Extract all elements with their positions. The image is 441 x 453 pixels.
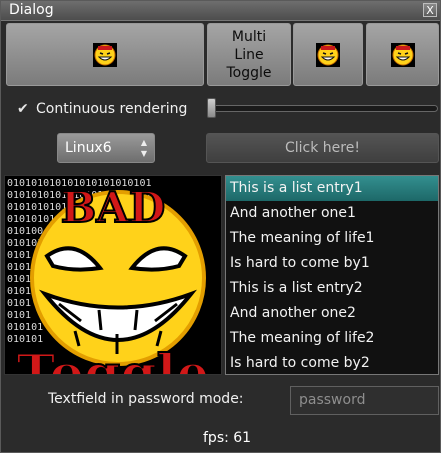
close-button[interactable]: X [423,3,437,17]
list-item[interactable]: The meaning of life2 [226,326,438,351]
click-here-button[interactable]: Click here! [206,133,439,163]
image-button-small-1[interactable] [293,23,363,86]
slider-track[interactable] [210,105,438,112]
image-button-small-2[interactable] [366,23,439,86]
toggle-line-3: Toggle [226,64,272,81]
toggle-line-1: Multi [231,28,267,45]
binary-row-5: 010100 [7,226,43,237]
checkmark-icon: ✔ [17,101,29,117]
spinbox-arrows[interactable]: ▲ ▼ [139,137,149,159]
entries-listbox[interactable]: This is a list entry1 And another one1 T… [225,175,439,375]
binary-row-8: 0101 [7,262,31,273]
smiley-icon [316,42,340,67]
binary-row-7: 0101 [7,250,31,261]
binary-row-13: 010101 [7,322,43,333]
list-item[interactable]: This is a list entry1 [226,176,438,201]
continuous-rendering-checkbox[interactable]: ✔ Continuous rendering [17,98,187,120]
smiley-icon [390,42,415,67]
slider-handle[interactable] [207,98,216,118]
list-item[interactable]: And another one2 [226,301,438,326]
image-panel: 010101010101010101010101 010101010101010… [4,175,222,375]
list-item[interactable]: The meaning of life1 [226,226,438,251]
password-field[interactable]: password [290,386,439,415]
toggle-caption: Toggle [17,344,210,374]
toggle-line-2: Line [234,46,264,63]
spinbox-value: Linux6 [65,140,112,156]
list-item[interactable]: Is hard to come by1 [226,251,438,276]
spin-down-icon[interactable]: ▼ [139,148,149,159]
list-item[interactable]: And another one1 [226,201,438,226]
continuous-rendering-label: Continuous rendering [36,101,188,117]
bad-headline: BAD [61,183,166,232]
dialog-window: Dialog X Multi Line Toggle ✔ Continuous … [0,0,441,453]
image-button-wide[interactable] [6,23,204,86]
binary-row-9: 0101 [7,274,31,285]
password-label: Textfield in password mode: [48,391,244,407]
binary-row-11: 0101 [7,298,31,309]
spin-up-icon[interactable]: ▲ [139,137,149,148]
spinbox[interactable]: Linux6 ▲ ▼ [57,133,155,163]
list-item[interactable]: Is hard to come by2 [226,351,438,374]
list-item[interactable]: This is a list entry2 [226,276,438,301]
smiley-icon [93,42,117,67]
binary-row-10: 0101 [7,286,31,297]
window-title: Dialog [9,2,54,18]
bad-toggle-image: 010101010101010101010101 010101010101010… [5,176,221,374]
multiline-toggle-button[interactable]: Multi Line Toggle [207,23,291,86]
title-bar[interactable]: Dialog X [1,1,440,21]
binary-row-3: 0101010101 [7,202,67,213]
fps-counter: fps: 61 [203,430,252,446]
binary-row-12: 0101 [7,310,31,321]
